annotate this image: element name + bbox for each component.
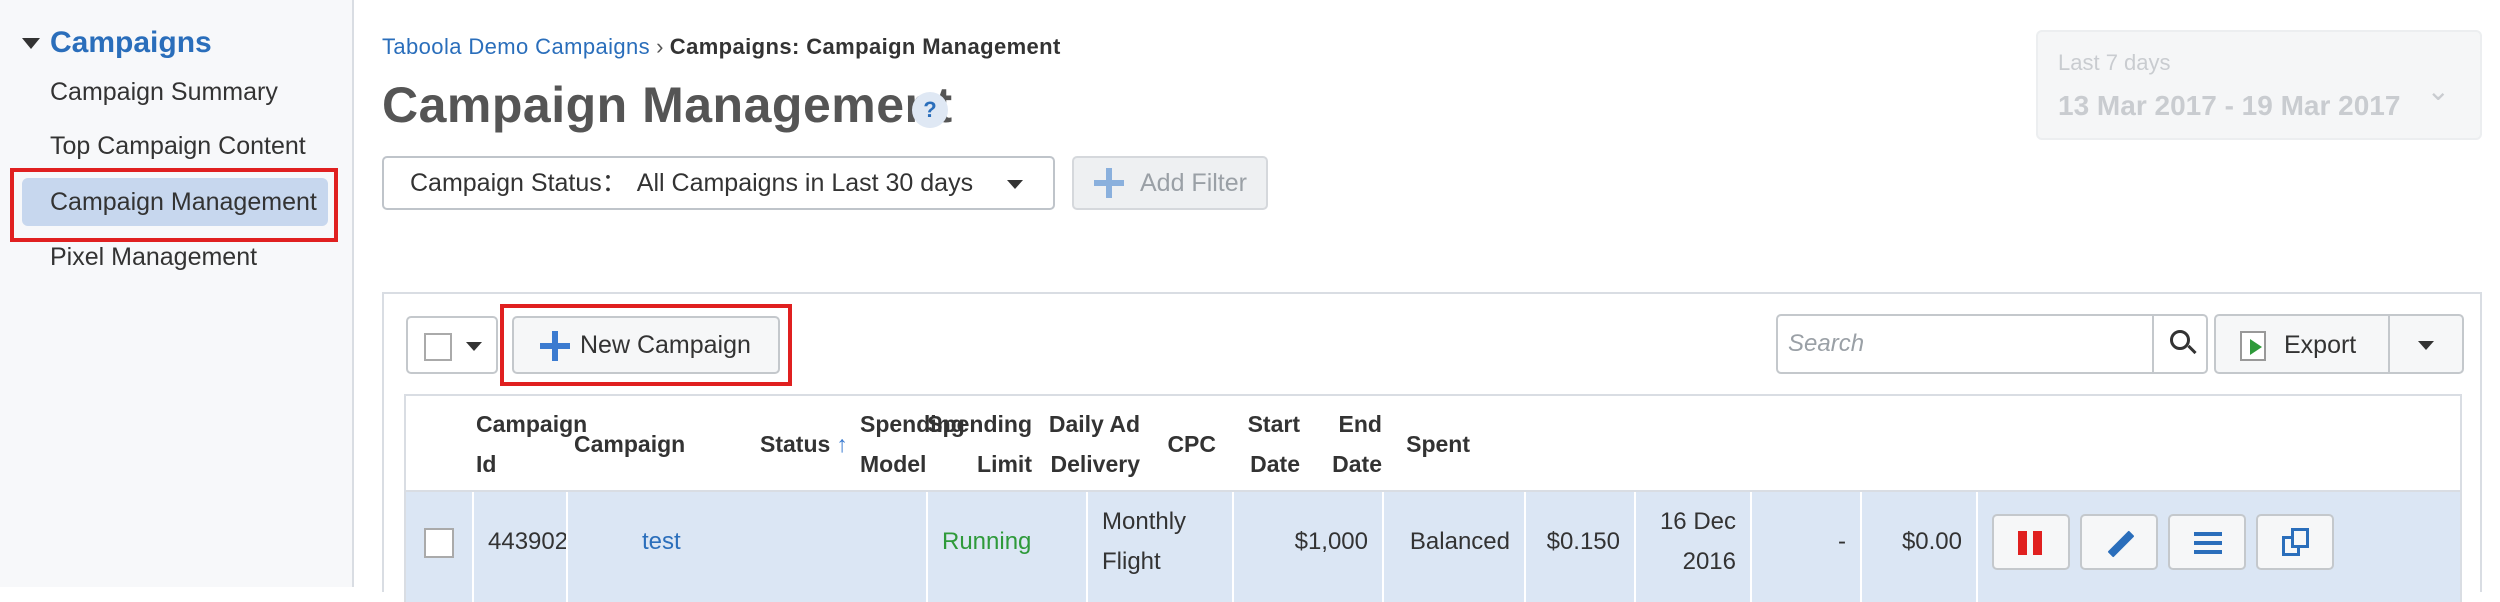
column-divider <box>926 492 928 602</box>
sidebar-title: Campaigns <box>50 26 212 59</box>
search-input[interactable] <box>1788 326 2148 362</box>
breadcrumb: Taboola Demo Campaigns › Campaigns: Campai… <box>382 34 1061 60</box>
cell-cpc: $0.150 <box>1546 528 1620 555</box>
date-range-value: 13 Mar 2017 - 19 Mar 2017 <box>2058 90 2401 121</box>
sidebar-header[interactable]: Campaigns <box>22 26 212 60</box>
column-divider <box>1232 492 1234 602</box>
column-header-status[interactable]: Status ↑ <box>760 396 848 492</box>
sidebar-item-top-campaign-content[interactable]: Top Campaign Content <box>22 122 328 170</box>
duplicate-button[interactable] <box>2256 514 2334 570</box>
export-button[interactable]: Export <box>2284 331 2356 360</box>
breadcrumb-parent-link[interactable]: Taboola Demo Campaigns <box>382 34 650 59</box>
select-all-checkbox[interactable] <box>424 333 452 361</box>
campaigns-grid-panel: New Campaign Export Campaign Id Campaign… <box>382 292 2482 602</box>
export-icon <box>2240 331 2266 361</box>
cell-start-date: 16 Dec 2016 <box>1659 508 1736 575</box>
page-title: Campaign Management <box>382 77 953 133</box>
column-divider <box>1086 492 1088 602</box>
triangle-down-icon <box>1007 180 1023 189</box>
column-divider <box>1976 492 1978 602</box>
column-divider <box>1634 492 1636 602</box>
column-header-end-date[interactable]: End Date <box>1306 396 1382 492</box>
column-header-cpc[interactable]: CPC <box>1146 396 1216 492</box>
campaign-name-link[interactable]: test <box>642 492 681 592</box>
triangle-down-icon <box>22 37 40 49</box>
search-box <box>1776 314 2208 374</box>
column-divider <box>1750 492 1752 602</box>
add-filter-button[interactable]: Add Filter <box>1072 156 1268 210</box>
pencil-icon <box>2107 530 2135 558</box>
bulk-select-dropdown[interactable] <box>406 316 498 374</box>
date-range-picker[interactable]: Last 7 days 13 Mar 2017 - 19 Mar 2017 ⌄ <box>2036 30 2482 140</box>
plus-icon <box>1094 168 1124 198</box>
highlight-box <box>500 304 792 386</box>
date-range-label: Last 7 days <box>2058 50 2171 75</box>
filter-label: Campaign Status： <box>410 169 627 197</box>
pause-icon <box>2018 531 2044 555</box>
divider <box>2152 316 2154 372</box>
export-button-group: Export <box>2214 314 2464 374</box>
add-filter-label: Add Filter <box>1140 169 1247 197</box>
cell-spent: $0.00 <box>1901 528 1962 555</box>
cell-spending-model: Monthly Flight <box>1102 508 1187 575</box>
edit-button[interactable] <box>2080 514 2158 570</box>
sort-up-icon: ↑ <box>836 431 848 457</box>
column-header-start-date[interactable]: Start Date <box>1226 396 1300 492</box>
breadcrumb-separator: › <box>656 34 664 59</box>
column-header-spent[interactable]: Spent <box>1396 396 1470 492</box>
column-divider <box>1524 492 1526 602</box>
divider <box>2388 316 2390 372</box>
search-icon[interactable] <box>2170 330 2198 358</box>
cell-daily-ad-delivery: Balanced <box>1409 528 1510 555</box>
breadcrumb-current: Campaigns: Campaign Management <box>669 34 1061 59</box>
triangle-down-icon <box>466 342 482 351</box>
table-row[interactable]: 443902 test Running Monthly Flight $1,00… <box>406 492 2460 602</box>
pause-button[interactable] <box>1992 514 2070 570</box>
sidebar-item-campaign-summary[interactable]: Campaign Summary <box>22 68 328 116</box>
table-header-row: Campaign Id Campaign Status ↑ Spending Mo… <box>406 396 2460 492</box>
campaign-status-filter[interactable]: Campaign Status： All Campaigns in Last 30… <box>382 156 1055 210</box>
column-divider <box>472 492 474 602</box>
cell-campaign-id: 443902 <box>488 528 569 555</box>
help-icon[interactable]: ? <box>912 92 948 128</box>
column-header-campaign[interactable]: Campaign <box>574 396 685 492</box>
copy-icon <box>2282 528 2310 556</box>
export-dropdown-toggle[interactable] <box>2418 341 2434 350</box>
cell-end-date: - <box>1838 528 1846 555</box>
chevron-down-icon: ⌄ <box>2426 75 2450 106</box>
column-header-spending-limit[interactable]: Spending Limit <box>926 396 1032 492</box>
column-divider <box>1382 492 1384 602</box>
highlight-box <box>10 168 338 242</box>
column-header-campaign-id[interactable]: Campaign Id <box>476 396 587 492</box>
sidebar: Campaigns Campaign Summary Top Campaign … <box>0 0 354 587</box>
details-button[interactable] <box>2168 514 2246 570</box>
filter-value: All Campaigns in Last 30 days <box>636 169 974 197</box>
column-divider <box>566 492 568 602</box>
row-checkbox[interactable] <box>424 528 454 558</box>
column-divider <box>1860 492 1862 602</box>
column-header-daily-ad-delivery[interactable]: Daily Ad Delivery <box>1040 396 1140 492</box>
list-icon <box>2194 532 2222 554</box>
status-badge: Running <box>942 528 1032 555</box>
campaigns-table: Campaign Id Campaign Status ↑ Spending Mo… <box>404 394 2462 602</box>
cell-spending-limit: $1,000 <box>1294 528 1368 555</box>
